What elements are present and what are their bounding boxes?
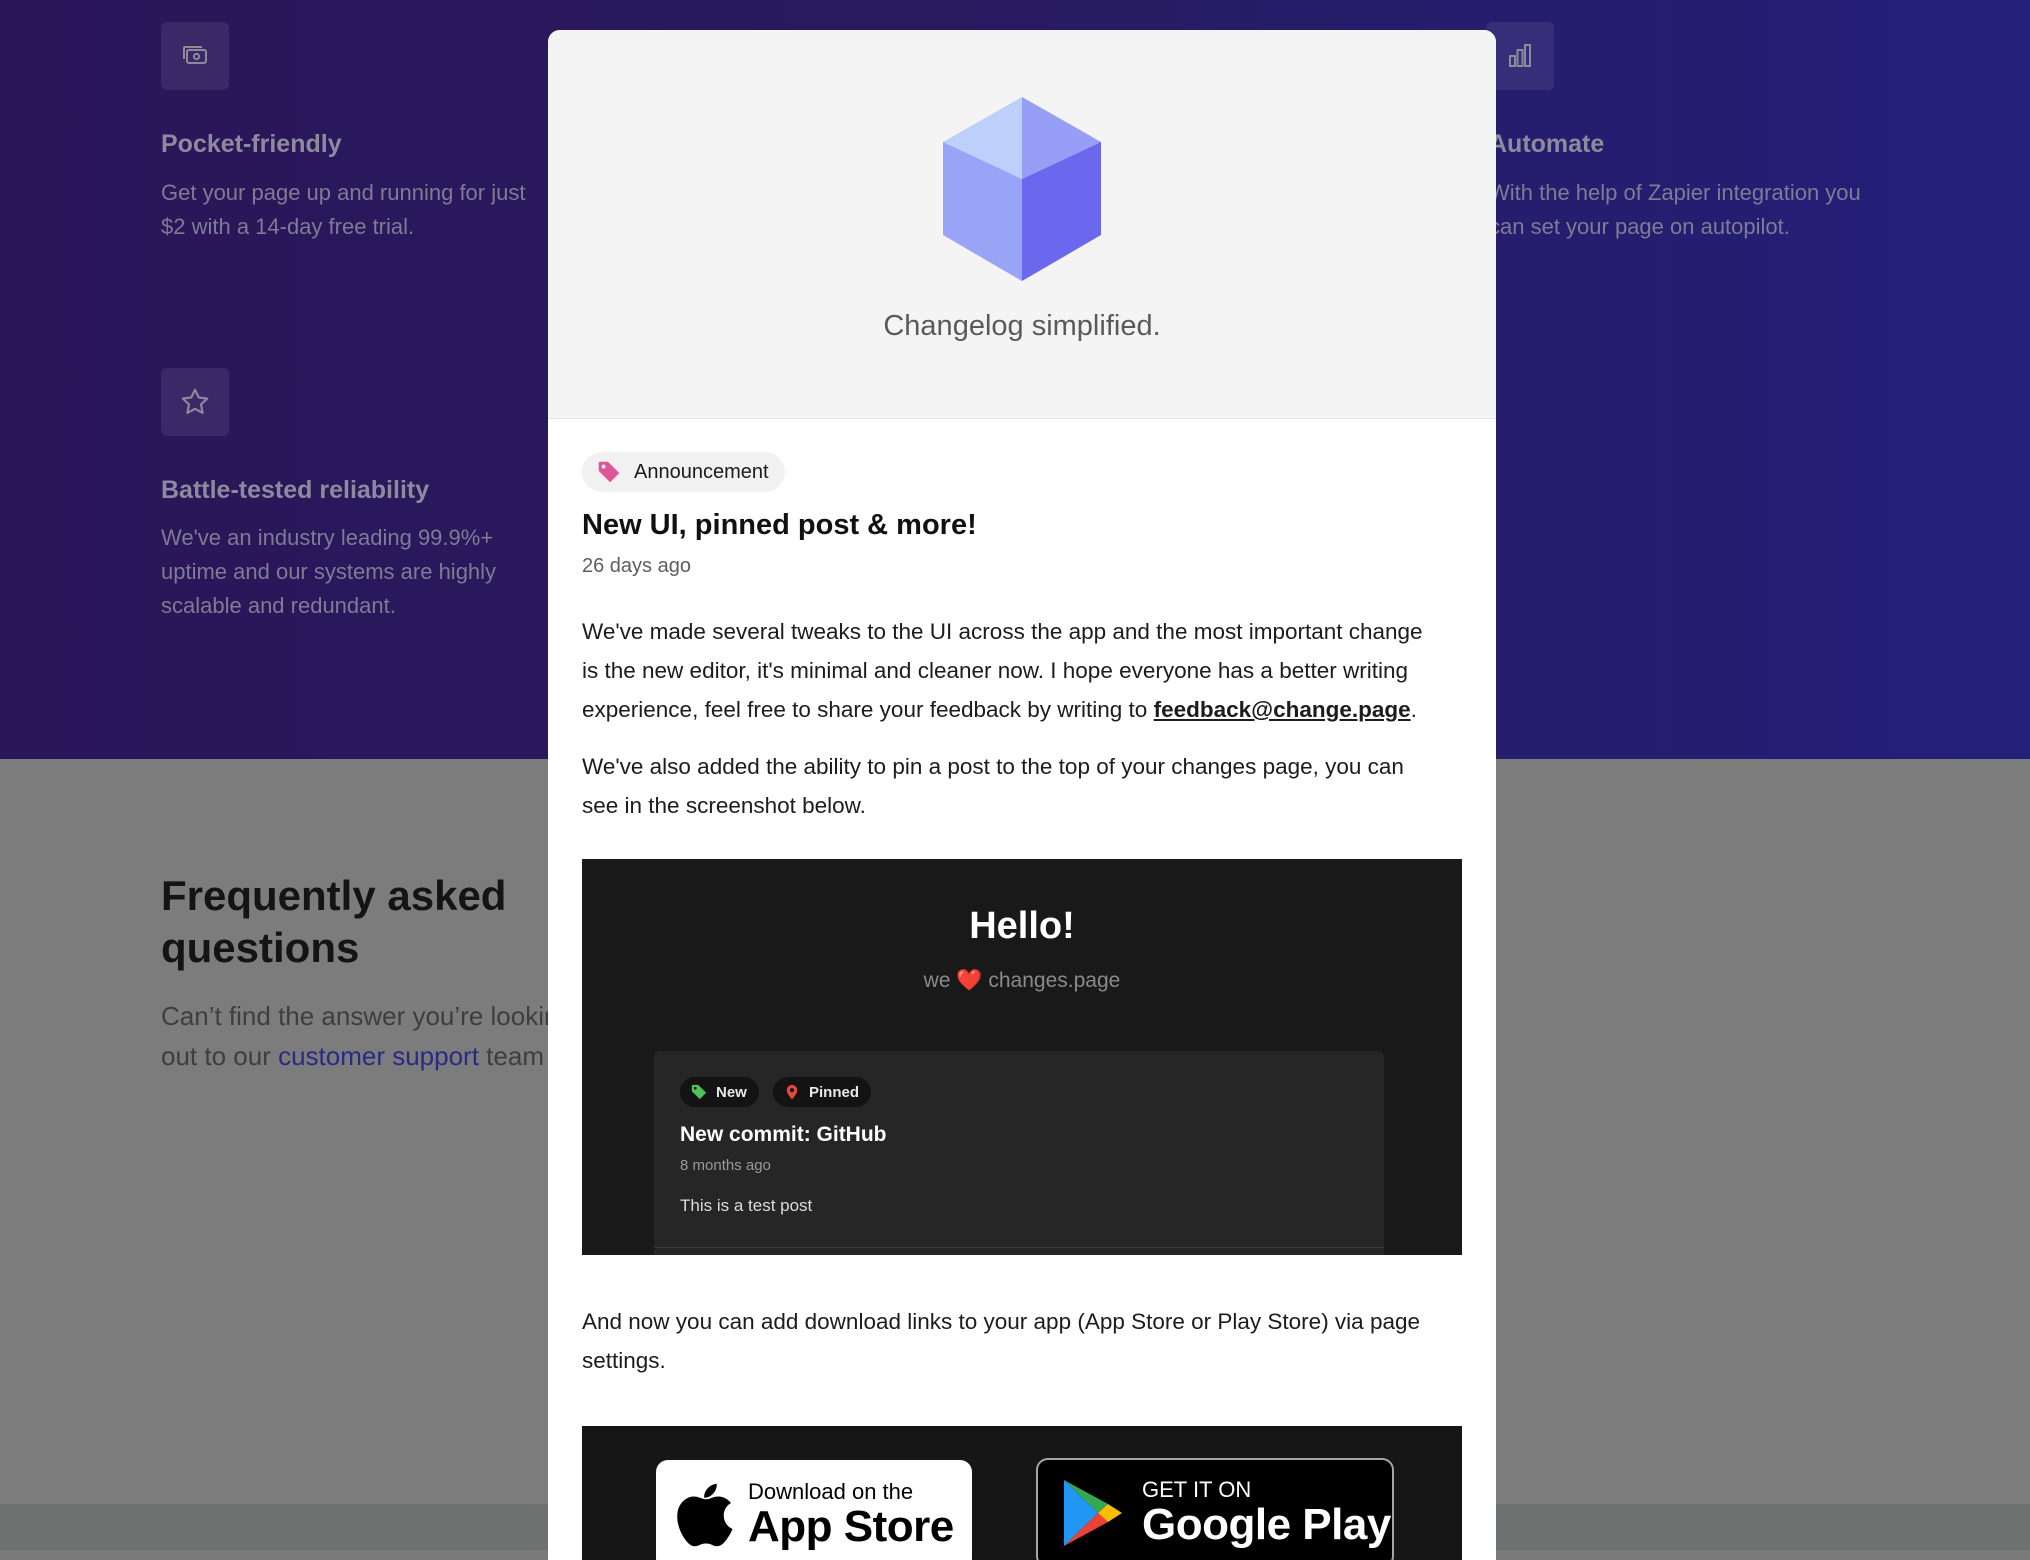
screenshot-subtitle: we ❤️ changes.page	[582, 969, 1462, 993]
subtitle-text: we	[923, 969, 951, 992]
paragraph-line: And now you can add download links to yo…	[582, 1309, 1421, 1334]
screenshot-title: Hello!	[969, 905, 1075, 947]
app-store-text: Download on the App Store	[748, 1480, 954, 1550]
post-title: New UI, pinned post & more!	[582, 509, 977, 541]
paragraph-line: experience, feel free to share your feed…	[582, 690, 1472, 729]
paragraph-line: settings.	[582, 1348, 666, 1373]
post-date: 26 days ago	[582, 555, 691, 577]
divider	[654, 1247, 1384, 1248]
store-big-text: App Store	[748, 1502, 954, 1551]
faq-desc-line: Can’t find the answer you’re lookir	[161, 1001, 553, 1031]
faq-title-line: Frequently asked	[161, 872, 507, 919]
feature-desc-line: Get your page up and running for just	[161, 180, 526, 205]
feature-desc-line: scalable and redundant.	[161, 593, 396, 618]
store-big-text: Google Play	[1142, 1500, 1391, 1549]
changelog-modal: Changelog simplified. Announcement New U…	[548, 30, 1496, 1560]
paragraph-line: We've made several tweaks to the UI acro…	[582, 619, 1423, 644]
feature-description: Get your page up and running for just $2…	[161, 176, 561, 244]
tag-icon	[598, 461, 620, 483]
faq-title: Frequently asked questions	[161, 870, 581, 974]
pinned-post-screenshot: Hello! we ❤️ changes.page New Pinned New…	[582, 859, 1462, 1255]
tag-icon	[691, 1084, 707, 1100]
faq-title-line: questions	[161, 924, 360, 971]
google-play-icon	[1064, 1480, 1122, 1546]
bar-chart-icon	[1486, 22, 1554, 90]
store-small-text: GET IT ON	[1142, 1477, 1252, 1502]
post-paragraph: We've made several tweaks to the UI acro…	[582, 612, 1472, 729]
store-small-text: Download on the	[748, 1479, 914, 1504]
paragraph-line: We've also added the ability to pin a po…	[582, 754, 1404, 779]
card-body: This is a test post	[680, 1196, 813, 1215]
feature-title: Battle-tested reliability	[161, 476, 430, 504]
store-badges-image: Download on the App Store GET IT ON Goog…	[582, 1426, 1462, 1560]
feature-description: We've an industry leading 99.9%+ uptime …	[161, 521, 561, 623]
feature-desc-line: can set your page on autopilot.	[1489, 214, 1790, 239]
google-play-badge[interactable]: GET IT ON Google Play	[1036, 1458, 1394, 1560]
faq-desc-line: out to our customer support team	[161, 1036, 561, 1076]
feature-desc-line: We've an industry leading 99.9%+	[161, 525, 494, 550]
feature-desc-line: With the help of Zapier integration you	[1489, 180, 1861, 205]
faq-desc-text: out to our	[161, 1041, 279, 1071]
tagline: Changelog simplified.	[883, 310, 1161, 342]
heart-icon: ❤️	[956, 969, 983, 992]
subtitle-text: changes.page	[988, 969, 1121, 992]
app-store-badge[interactable]: Download on the App Store	[656, 1460, 972, 1560]
feature-desc-line: $2 with a 14-day free trial.	[161, 214, 415, 239]
feature-desc-line: uptime and our systems are highly	[161, 559, 497, 584]
cube-logo-icon	[943, 97, 1101, 281]
new-pill: New	[680, 1077, 759, 1107]
feature-description: With the help of Zapier integration you …	[1489, 176, 1909, 244]
faq-desc-text: team	[478, 1041, 544, 1071]
category-badge[interactable]: Announcement	[582, 452, 785, 492]
feature-title: Automate	[1489, 130, 1605, 158]
card-title: New commit: GitHub	[680, 1123, 887, 1146]
post-paragraph: And now you can add download links to yo…	[582, 1302, 1472, 1380]
badge-label: Announcement	[634, 460, 769, 483]
paragraph-text: experience, feel free to share your feed…	[582, 697, 1154, 722]
paragraph-text: .	[1410, 697, 1417, 722]
star-icon	[161, 368, 229, 436]
apple-icon	[677, 1483, 733, 1547]
pinned-pill: Pinned	[773, 1077, 872, 1107]
feedback-email-link[interactable]: feedback@change.page	[1154, 697, 1411, 722]
paragraph-line: see in the screenshot below.	[582, 793, 866, 818]
modal-header: Changelog simplified.	[548, 30, 1496, 419]
customer-support-link[interactable]: customer support	[278, 1041, 479, 1071]
google-play-text: GET IT ON Google Play	[1142, 1478, 1391, 1548]
pill-label: New	[716, 1083, 747, 1101]
screenshot-post-card: New Pinned New commit: GitHub 8 months a…	[654, 1051, 1384, 1255]
feature-title: Pocket-friendly	[161, 130, 342, 158]
pill-label: Pinned	[809, 1083, 860, 1101]
pin-icon	[786, 1084, 798, 1100]
card-date: 8 months ago	[680, 1157, 771, 1174]
faq-description: Can’t find the answer you’re lookir out …	[161, 996, 561, 1076]
post-paragraph: We've also added the ability to pin a po…	[582, 747, 1472, 825]
paragraph-line: is the new editor, it's minimal and clea…	[582, 658, 1408, 683]
money-icon	[161, 22, 229, 90]
